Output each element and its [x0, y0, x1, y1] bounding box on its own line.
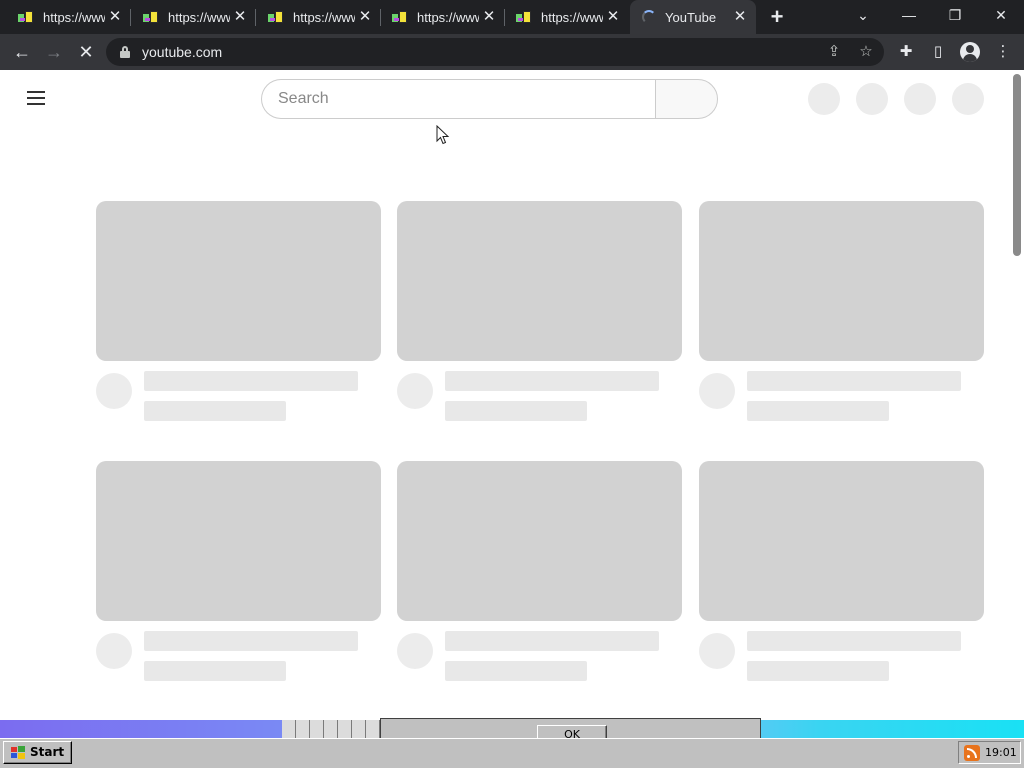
browser-tab-active[interactable]: YouTube ✕	[630, 0, 756, 34]
title-placeholder	[747, 371, 961, 391]
clock[interactable]: 19:01	[985, 742, 1017, 763]
browser-tab[interactable]: https://www. ✕	[250, 0, 381, 34]
search-button[interactable]	[655, 79, 718, 119]
scrollbar-thumb[interactable]	[1013, 74, 1021, 256]
search-input[interactable]	[278, 80, 638, 118]
system-tray: 19:01	[958, 741, 1021, 764]
video-card-placeholder	[397, 461, 683, 683]
meta-placeholder	[144, 661, 286, 681]
share-icon[interactable]: ⇪	[824, 42, 844, 62]
url-text[interactable]: youtube.com	[142, 44, 222, 60]
thumbnail-placeholder	[96, 461, 381, 621]
browser-tab[interactable]: https://www. ✕	[374, 0, 505, 34]
stop-loading-button[interactable]: ✕	[72, 38, 100, 66]
title-placeholder	[445, 631, 659, 651]
tab-close-icon[interactable]: ✕	[357, 9, 373, 25]
channel-avatar-placeholder	[699, 633, 735, 669]
start-label: Start	[30, 745, 65, 759]
youtube-page	[0, 70, 1024, 720]
tab-title: YouTube	[665, 9, 717, 25]
loading-spinner-icon	[642, 10, 656, 24]
thumbnail-placeholder	[699, 461, 984, 621]
title-placeholder	[144, 371, 358, 391]
hamburger-menu-icon[interactable]	[27, 91, 45, 105]
title-placeholder	[747, 631, 961, 651]
thumbnail-placeholder	[397, 461, 682, 621]
forward-button[interactable]: →	[40, 38, 68, 66]
video-card-placeholder	[96, 461, 382, 683]
meta-placeholder	[445, 661, 587, 681]
video-card-placeholder	[699, 201, 985, 423]
tab-close-icon[interactable]: ✕	[605, 9, 621, 25]
avatar-placeholder	[952, 83, 984, 115]
website-favicon-icon	[18, 9, 34, 25]
channel-avatar-placeholder	[699, 373, 735, 409]
video-card-placeholder	[96, 201, 382, 423]
minimize-button[interactable]: —	[889, 0, 929, 30]
start-button[interactable]: Start	[3, 741, 72, 764]
video-card-placeholder	[397, 201, 683, 423]
meta-placeholder	[747, 401, 889, 421]
search-box[interactable]	[261, 79, 656, 119]
tab-title: https://www.	[417, 9, 479, 25]
profile-avatar-icon[interactable]	[960, 42, 980, 62]
channel-avatar-placeholder	[96, 633, 132, 669]
lock-icon[interactable]	[120, 46, 130, 58]
tab-strip: https://www. ✕ https://www. ✕ https://ww…	[0, 0, 1024, 34]
thumbnail-placeholder	[96, 201, 381, 361]
meta-placeholder	[445, 401, 587, 421]
thumbnail-placeholder	[699, 201, 984, 361]
channel-avatar-placeholder	[397, 373, 433, 409]
tab-search-button[interactable]: ⌄	[843, 0, 883, 30]
browser-toolbar: ← → ✕ youtube.com ⇪ ☆ ✚ ▯ ⋮	[0, 34, 1024, 70]
address-bar[interactable]: youtube.com ⇪ ☆	[106, 38, 884, 66]
title-placeholder	[144, 631, 358, 651]
chrome-menu-icon[interactable]: ⋮	[992, 41, 1014, 63]
title-placeholder	[445, 371, 659, 391]
header-icon-placeholder	[856, 83, 888, 115]
tab-title: https://www.	[541, 9, 603, 25]
browser-tab[interactable]: https://www. ✕	[498, 0, 629, 34]
bookmark-star-icon[interactable]: ☆	[856, 42, 876, 62]
tab-close-icon[interactable]: ✕	[107, 9, 123, 25]
tab-close-icon[interactable]: ✕	[732, 9, 748, 25]
channel-avatar-placeholder	[397, 633, 433, 669]
extensions-puzzle-icon[interactable]: ✚	[895, 41, 917, 63]
new-tab-button[interactable]: +	[766, 6, 788, 28]
window-close-button[interactable]: ✕	[981, 0, 1021, 30]
header-icon-placeholder	[904, 83, 936, 115]
website-favicon-icon	[516, 9, 532, 25]
thumbnail-placeholder	[397, 201, 682, 361]
tab-close-icon[interactable]: ✕	[232, 9, 248, 25]
website-favicon-icon	[268, 9, 284, 25]
tab-title: https://www.	[293, 9, 355, 25]
browser-tab[interactable]: https://www. ✕	[125, 0, 256, 34]
meta-placeholder	[144, 401, 286, 421]
rss-feed-icon[interactable]	[964, 745, 980, 761]
meta-placeholder	[747, 661, 889, 681]
back-button[interactable]: ←	[8, 38, 36, 66]
tab-title: https://www.	[43, 9, 105, 25]
tab-close-icon[interactable]: ✕	[481, 9, 497, 25]
side-panel-icon[interactable]: ▯	[927, 41, 949, 63]
header-icon-placeholder	[808, 83, 840, 115]
website-favicon-icon	[143, 9, 159, 25]
video-card-placeholder	[699, 461, 985, 683]
channel-avatar-placeholder	[96, 373, 132, 409]
tab-title: https://www.	[168, 9, 230, 25]
mouse-cursor-icon	[436, 125, 450, 145]
restore-button[interactable]: ❐	[935, 0, 975, 30]
website-favicon-icon	[392, 9, 408, 25]
windows-logo-icon	[11, 746, 25, 759]
browser-tab[interactable]: https://www. ✕	[0, 0, 131, 34]
taskbar	[0, 738, 1024, 768]
